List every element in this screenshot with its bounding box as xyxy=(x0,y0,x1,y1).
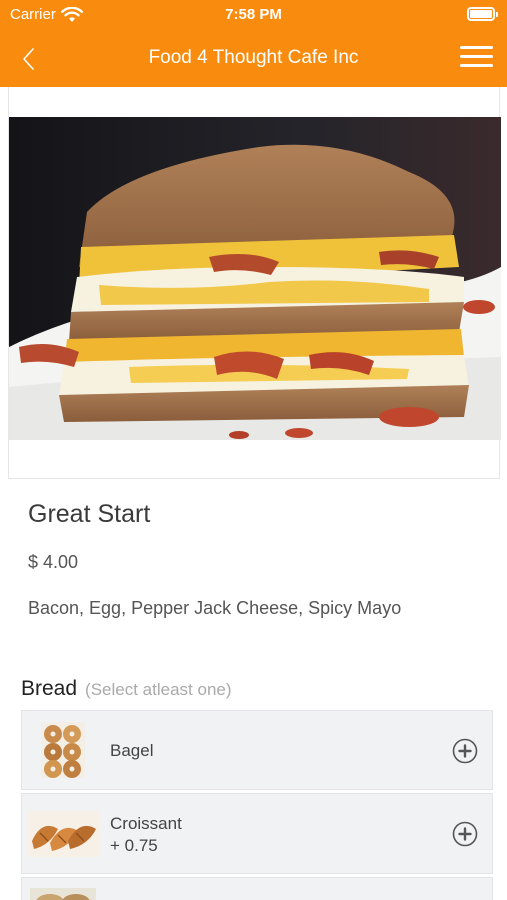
item-name: Great Start xyxy=(28,500,151,528)
clock: 7:58 PM xyxy=(225,6,282,23)
add-circle-icon[interactable] xyxy=(452,738,478,764)
bread-thumbnail xyxy=(30,888,96,900)
section-title: Bread xyxy=(21,677,78,700)
bread-option-partial[interactable] xyxy=(21,877,493,900)
bread-option-bagel[interactable]: Bagel xyxy=(21,710,493,790)
battery-icon xyxy=(467,7,498,21)
product-photo xyxy=(9,117,501,440)
sandwich-illustration xyxy=(9,117,501,440)
header-bar: Carrier 7:58 PM Food 4 Thought Cafe Inc xyxy=(0,0,507,87)
item-price: $ 4.00 xyxy=(28,552,79,572)
option-price-extra: + 0.75 xyxy=(110,836,158,855)
bread-section-header: Bread (Select atleast one) xyxy=(21,677,232,701)
option-name: Croissant xyxy=(110,814,182,833)
item-description: Bacon, Egg, Pepper Jack Cheese, Spicy Ma… xyxy=(28,598,402,618)
hamburger-menu-icon[interactable] xyxy=(460,46,493,72)
croissant-thumbnail xyxy=(28,811,99,857)
section-hint: (Select atleast one) xyxy=(85,680,232,699)
product-image-card xyxy=(8,87,501,479)
bagel-thumbnail xyxy=(41,722,85,778)
status-bar: Carrier 7:58 PM xyxy=(0,0,507,30)
bread-option-croissant[interactable]: Croissant + 0.75 xyxy=(21,793,493,874)
nav-bar: Food 4 Thought Cafe Inc xyxy=(0,30,507,87)
add-circle-icon[interactable] xyxy=(452,821,478,847)
page-title: Food 4 Thought Cafe Inc xyxy=(148,47,359,68)
option-name: Bagel xyxy=(110,741,154,760)
